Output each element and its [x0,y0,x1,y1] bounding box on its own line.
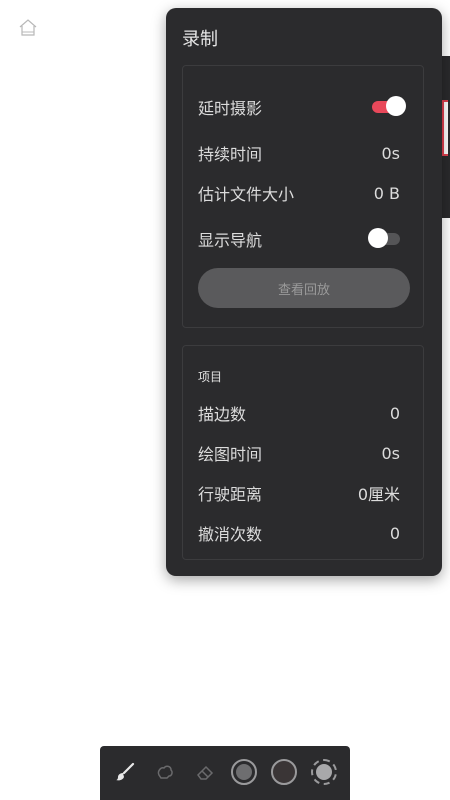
undo-value: 0 [389,523,400,543]
drawtime-row: 绘图时间 0s [198,441,400,465]
color-swatch-icon[interactable] [271,759,297,785]
brush-icon[interactable] [111,758,139,786]
eraser-icon[interactable] [191,758,219,786]
brush-size-icon[interactable] [231,759,257,785]
filesize-label: 估计文件大小 [198,185,295,204]
timelapse-label: 延时摄影 [198,99,263,118]
strokes-value: 0 [389,403,400,423]
toggle-knob [386,96,406,116]
strokes-label: 描边数 [198,405,247,424]
bottom-toolbar [100,746,350,800]
distance-value: 0厘米 [357,485,400,504]
toggle-knob [368,228,388,248]
distance-label: 行驶距离 [198,485,263,504]
brush-size-dot [236,764,252,780]
drawtime-value: 0s [381,443,400,463]
smudge-icon[interactable] [151,758,179,786]
undo-row: 撤消次数 0 [198,521,400,545]
duration-value: 0s [381,143,400,163]
timelapse-toggle[interactable] [372,96,406,116]
strokes-row: 描边数 0 [198,401,400,425]
layer-thumbnail[interactable] [442,100,448,156]
show-navigation-label: 显示导航 [198,231,263,250]
show-navigation-toggle[interactable] [368,228,400,248]
duration-label: 持续时间 [198,145,263,164]
recording-card: 延时摄影 持续时间 0s 估计文件大小 0 B 显示导航 查看回放 [182,65,424,328]
view-replay-button[interactable]: 查看回放 [198,268,410,308]
project-section-title: 项目 [198,370,223,384]
drawtime-label: 绘图时间 [198,445,263,464]
opacity-dot [316,764,332,780]
distance-row: 行驶距离 0厘米 [198,481,400,505]
project-card: 项目 描边数 0 绘图时间 0s 行驶距离 0厘米 撤消次数 0 [182,345,424,560]
undo-label: 撤消次数 [198,525,263,544]
home-icon[interactable] [18,18,38,38]
panel-title: 录制 [182,29,218,50]
timelapse-row[interactable]: 延时摄影 [198,95,406,119]
recording-panel: 录制 延时摄影 持续时间 0s 估计文件大小 0 B 显示导航 查看回放 项目 … [166,8,442,576]
drawing-canvas[interactable]: 录制 延时摄影 持续时间 0s 估计文件大小 0 B 显示导航 查看回放 项目 … [0,0,450,800]
filesize-value: 0 B [373,183,400,203]
opacity-icon[interactable] [311,759,337,785]
filesize-row: 估计文件大小 0 B [198,181,400,205]
show-navigation-row[interactable]: 显示导航 [198,227,400,251]
duration-row: 持续时间 0s [198,141,400,165]
